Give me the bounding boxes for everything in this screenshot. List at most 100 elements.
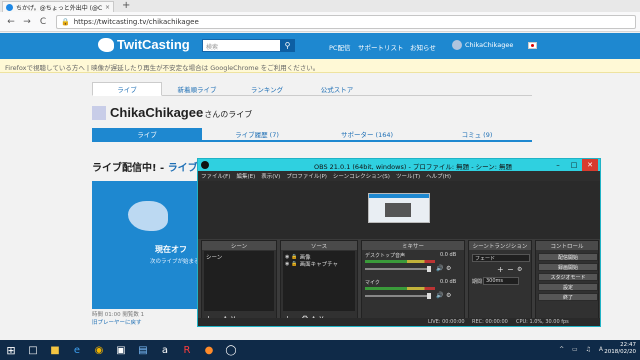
new-tab-button[interactable]: + — [122, 0, 130, 11]
live-heading-text: ライブ配信中! - — [92, 163, 168, 174]
mixer-mic-label: マイク — [365, 280, 380, 286]
clock-date: 2018/02/20 — [604, 349, 636, 355]
subtab-community[interactable]: コミュ (9) — [422, 128, 532, 140]
back-button[interactable]: ← — [4, 15, 18, 29]
user-name: ChikaChikagee — [465, 41, 514, 49]
japan-flag-icon[interactable] — [528, 42, 537, 49]
menu-profile[interactable]: プロファイル(P) — [286, 172, 327, 180]
lock-icon: 🔒 — [61, 17, 70, 26]
menu-file[interactable]: ファイル(F) — [201, 172, 230, 180]
gear-icon[interactable]: ⚙ — [446, 292, 451, 299]
transition-select[interactable]: フェード — [472, 254, 530, 262]
task-view-icon[interactable]: □ — [22, 340, 44, 360]
menu-tools[interactable]: ツール(T) — [396, 172, 420, 180]
obs-preview[interactable] — [198, 181, 600, 239]
live-heading-link[interactable]: ライブ — [168, 163, 198, 174]
mic-volume-slider[interactable] — [365, 293, 431, 299]
mixer-mic-db: 0.0 dB — [440, 279, 457, 285]
clock[interactable]: 22:47 2018/02/20 — [604, 342, 636, 356]
speaker-icon[interactable]: 🔊 — [436, 292, 443, 299]
list-item[interactable]: ◉ 🔒 画面キャプチャ — [285, 260, 353, 268]
status-live: LIVE: 00:00:00 — [428, 319, 465, 325]
tab-live[interactable]: ライブ — [92, 82, 162, 96]
menu-help[interactable]: ヘルプ(H) — [426, 172, 451, 180]
speaker-icon[interactable]: 🔊 — [436, 265, 443, 272]
sources-list[interactable]: ◉ 🔒 画像 ◉ 🔒 画面キャプチャ — [283, 251, 355, 311]
subtab-history[interactable]: ライブ履歴 (7) — [202, 128, 312, 140]
avatar — [452, 40, 462, 50]
nav-notifications[interactable]: お知らせ — [410, 42, 436, 52]
preview-video-box — [385, 203, 411, 217]
tab-title: ちかげ。@ちょっと外出中 (@C — [16, 4, 103, 12]
nav-pc-broadcast[interactable]: PC配信 — [329, 42, 350, 52]
tab-new-live[interactable]: 新着順ライブ — [162, 82, 232, 96]
scene-item[interactable]: シーン — [206, 253, 272, 261]
close-icon[interactable]: ✕ — [582, 159, 598, 171]
address-bar[interactable]: 🔒 https://twitcasting.tv/chikachikagee — [56, 14, 636, 29]
video-player[interactable]: 現在オフ 次のライブが始まるまでお待ちください — [92, 181, 249, 309]
rakuten-icon[interactable]: R — [176, 340, 198, 360]
add-icon[interactable]: + — [497, 265, 504, 274]
gear-icon[interactable]: ⚙ — [446, 265, 451, 272]
subtab-live[interactable]: ライブ — [92, 128, 202, 140]
tab-official-store[interactable]: 公式ストア — [302, 82, 372, 96]
settings-button[interactable]: 設定 — [538, 283, 598, 291]
menu-scene-collection[interactable]: シーンコレクション(S) — [333, 172, 390, 180]
lock-icon[interactable]: 🔒 — [291, 261, 297, 267]
edge-icon[interactable]: e — [66, 340, 88, 360]
folder-icon[interactable]: ■ — [44, 340, 66, 360]
subtab-supporters[interactable]: サポーター (164) — [312, 128, 422, 140]
url-text: https://twitcasting.tv/chikachikagee — [73, 17, 199, 26]
status-cpu: CPU: 1.0%, 30.00 fps — [516, 319, 569, 325]
bird-logo-icon — [98, 37, 114, 52]
mixer-desktop-db: 0.0 dB — [440, 252, 457, 258]
channel-subtabs: ライブ ライブ履歴 (7) サポーター (164) コミュ (9) — [92, 128, 532, 142]
obs-logo-icon — [201, 161, 209, 169]
site-header: TwitCasting 検索 ⚲ PC配信 サポートリスト お知らせ Chika… — [0, 33, 640, 59]
browser-tab[interactable]: ちかげ。@ちょっと外出中 (@C × — [2, 1, 114, 12]
tab-ranking[interactable]: ランキング — [232, 82, 302, 96]
forward-button[interactable]: → — [20, 15, 34, 29]
status-rec: REC: 00:00:00 — [472, 319, 508, 325]
scenes-list[interactable]: シーン — [204, 251, 274, 311]
avatar[interactable] — [92, 105, 106, 120]
old-player-link[interactable]: 旧プレーヤーに戻す — [92, 318, 142, 326]
close-tab-icon[interactable]: × — [105, 4, 110, 11]
windows-taskbar: ⊞ □ ■ e ◉ ▣ ▤ a R ● ◯ ^ ▭ ♫ A 22:47 2018… — [0, 340, 640, 360]
duration-input[interactable]: 300ms — [483, 277, 519, 285]
nav-support-list[interactable]: サポートリスト — [358, 42, 404, 52]
store-icon[interactable]: ▣ — [110, 340, 132, 360]
eye-icon[interactable]: ◉ — [285, 261, 289, 267]
start-streaming-button[interactable]: 配信開始 — [538, 253, 598, 261]
remove-icon[interactable]: − — [507, 265, 514, 274]
user-menu[interactable]: ChikaChikagee — [452, 40, 513, 50]
system-tray-icons[interactable]: ^ ▭ ♫ A — [559, 346, 606, 353]
preview-thumbnail — [368, 193, 430, 223]
menu-edit[interactable]: 編集(E) — [236, 172, 255, 180]
lock-icon[interactable]: 🔒 — [291, 254, 297, 260]
search-button[interactable]: ⚲ — [280, 39, 295, 52]
minimize-icon[interactable]: – — [550, 159, 566, 171]
firefox-icon[interactable]: ● — [198, 340, 220, 360]
studio-mode-button[interactable]: スタジオモード — [538, 273, 598, 281]
exit-button[interactable]: 終了 — [538, 293, 598, 301]
amazon-icon[interactable]: a — [154, 340, 176, 360]
gear-icon[interactable]: ⚙ — [517, 266, 522, 273]
windows-start-icon[interactable]: ⊞ — [0, 340, 22, 360]
clock-time: 22:47 — [620, 342, 636, 348]
mixer-dock: ミキサー デスクトップ音声 0.0 dB 🔊 ⚙ マイク 0.0 dB 🔊 ⚙ — [361, 240, 465, 326]
maximize-icon[interactable]: □ — [566, 159, 582, 171]
desktop-volume-slider[interactable] — [365, 266, 431, 272]
photos-icon[interactable]: ▤ — [132, 340, 154, 360]
obs-titlebar[interactable]: OBS 21.0.1 (64bit, windows) - プロファイル: 無題… — [198, 159, 600, 171]
obs-statusbar: LIVE: 00:00:00 REC: 00:00:00 CPU: 1.0%, … — [198, 318, 600, 326]
eye-icon[interactable]: ◉ — [285, 254, 289, 260]
mic-volume-meter — [365, 287, 435, 290]
transitions-dock: シーントランジション フェード + − ⚙ 期間 300ms — [468, 240, 532, 326]
reload-button[interactable]: C — [36, 15, 50, 29]
start-recording-button[interactable]: 録画開始 — [538, 263, 598, 271]
twitcasting-logo[interactable]: TwitCasting — [98, 37, 190, 52]
menu-view[interactable]: 表示(V) — [261, 172, 280, 180]
chrome-icon[interactable]: ◉ — [88, 340, 110, 360]
obs-icon[interactable]: ◯ — [220, 340, 242, 360]
